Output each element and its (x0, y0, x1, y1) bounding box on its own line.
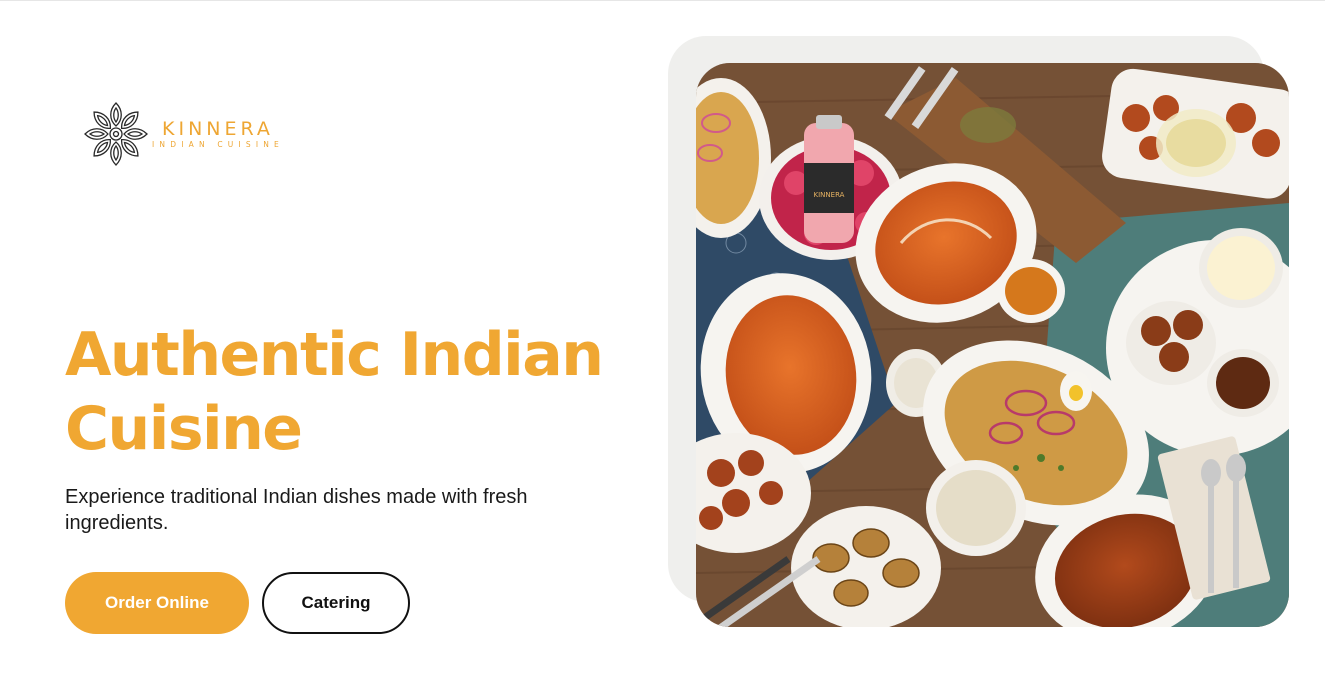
hero-title: Authentic Indian Cuisine (65, 318, 645, 466)
bottle-label: KINNERA (814, 191, 845, 199)
mandala-icon (84, 102, 148, 166)
hero-title-line2: Cuisine (65, 394, 303, 464)
food-spread-photo: KINNERA (696, 63, 1289, 627)
order-online-button[interactable]: Order Online (65, 572, 249, 634)
brand-tagline: INDIAN CUISINE (152, 139, 284, 149)
brand-logo[interactable]: KINNERA INDIAN CUISINE (82, 100, 284, 168)
hero-subtitle: Experience traditional Indian dishes mad… (65, 486, 528, 534)
catering-button[interactable]: Catering (262, 572, 410, 634)
hero-title-line1: Authentic Indian (65, 320, 604, 390)
top-divider (0, 0, 1325, 1)
brand-name: KINNERA (162, 117, 274, 140)
